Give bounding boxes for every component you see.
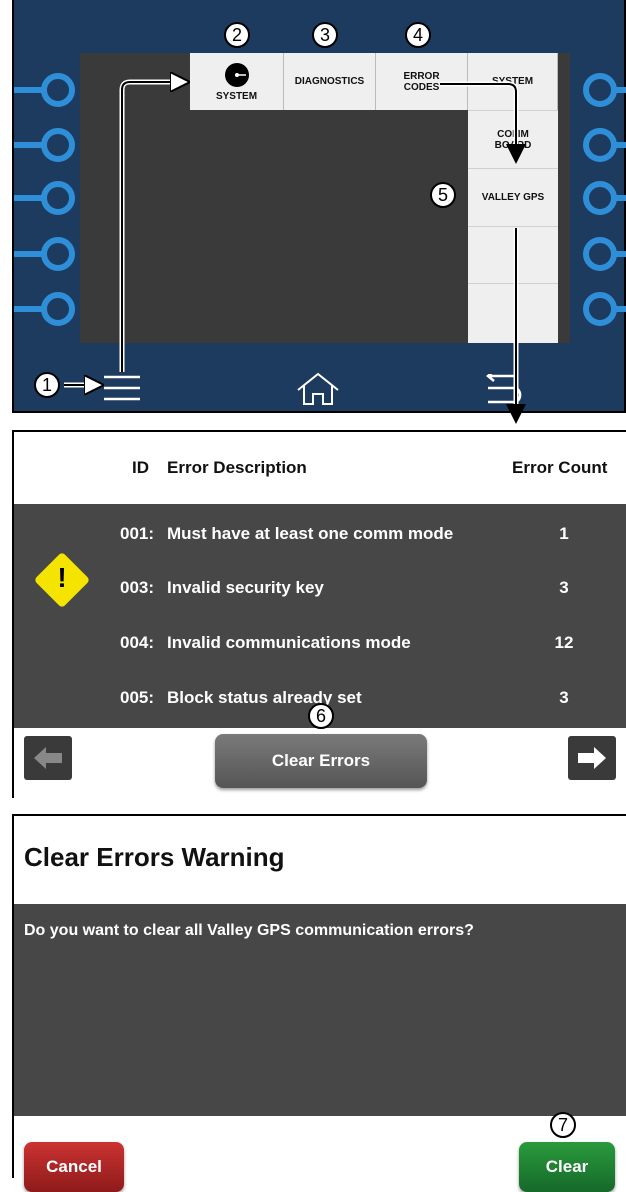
callout-2: 2 — [224, 22, 250, 48]
row-description: Invalid security key — [167, 578, 324, 597]
error-list-footer: Clear Errors — [14, 728, 626, 798]
arrow-right-icon — [578, 747, 606, 769]
callout-6: 6 — [308, 703, 334, 729]
cancel-button[interactable]: Cancel — [24, 1142, 124, 1192]
row-description: Must have at least one comm mode — [167, 524, 454, 543]
clear-label: Clear — [545, 1157, 589, 1176]
clear-button[interactable]: Clear — [519, 1142, 615, 1192]
row-description: Block status already set — [167, 688, 362, 707]
callout-7: 7 — [550, 1112, 576, 1138]
row-description: Invalid communications mode — [167, 633, 411, 652]
row-count: 3 — [559, 578, 569, 597]
next-page-button[interactable] — [568, 736, 616, 780]
dialog-body: Do you want to clear all Valley GPS comm… — [14, 904, 626, 1116]
row-count: 1 — [559, 524, 569, 543]
callout-4: 4 — [405, 22, 431, 48]
callout-5: 5 — [430, 182, 456, 208]
row-count: 12 — [554, 633, 574, 652]
header-count: Error Count — [512, 458, 608, 477]
dialog-message: Do you want to clear all Valley GPS comm… — [24, 922, 474, 939]
clear-errors-dialog: Clear Errors Warning Do you want to clea… — [12, 814, 626, 1192]
clear-errors-button[interactable]: Clear Errors — [215, 734, 427, 788]
error-list-body: ! 001: Must have at least one comm mode … — [14, 504, 626, 728]
row-id: 005: — [120, 688, 155, 707]
row-id: 001: — [120, 524, 155, 543]
header-description: Error Description — [167, 458, 307, 477]
table-row[interactable]: 001: Must have at least one comm mode 1 — [14, 520, 626, 550]
cancel-label: Cancel — [46, 1157, 102, 1176]
table-row[interactable]: 003: Invalid security key 3 — [14, 574, 626, 604]
callout-3: 3 — [312, 22, 338, 48]
prev-page-button[interactable] — [24, 736, 72, 780]
row-id: 003: — [120, 578, 155, 597]
clear-errors-label: Clear Errors — [271, 751, 371, 770]
table-row[interactable]: 004: Invalid communications mode 12 — [14, 629, 626, 659]
error-list-panel: ID Error Description Error Count ! 001: … — [12, 430, 626, 798]
row-count: 3 — [559, 688, 569, 707]
row-id: 004: — [120, 633, 155, 652]
callout-1: 1 — [34, 372, 60, 398]
header-id: ID — [132, 458, 149, 477]
arrow-left-icon — [34, 747, 62, 769]
dialog-title: Clear Errors Warning — [24, 842, 285, 872]
error-list-header: ID Error Description Error Count — [14, 432, 626, 504]
annotation-arrows — [64, 0, 526, 424]
